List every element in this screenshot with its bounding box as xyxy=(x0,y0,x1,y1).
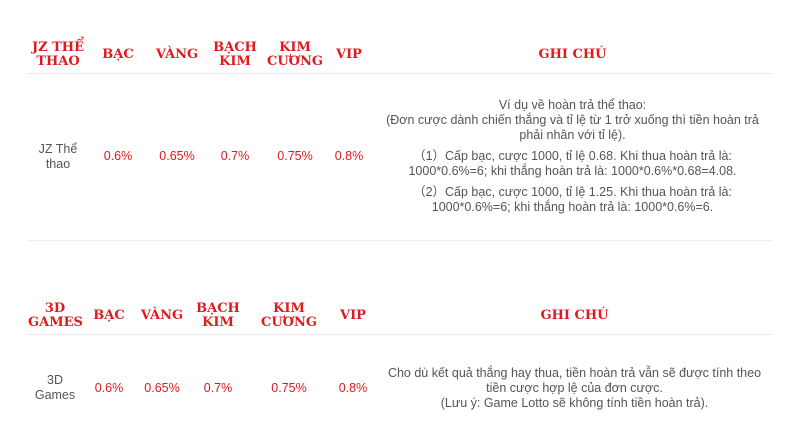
note-line: （2）Cấp bạc, cược 1000, tỉ lệ 1.25. Khi t… xyxy=(413,185,732,214)
note-line: （1）Cấp bạc, cược 1000, tỉ lệ 0.68. Khi t… xyxy=(408,149,737,178)
header-note: GHI CHÚ xyxy=(376,298,773,335)
header-platinum: BẠCH KIM xyxy=(206,37,264,74)
rate-gold: 0.65% xyxy=(144,380,180,395)
rate-silver: 0.6% xyxy=(94,380,124,395)
rate-gold: 0.65% xyxy=(148,73,206,241)
games-rebate-table: 3D GAMES BẠC VÀNG BẠCH KIM KIM CƯƠNG VIP… xyxy=(28,298,773,442)
note-line: Ví dụ về hoàn trả thể thao: xyxy=(498,98,647,112)
table-row: JZ Thể thao 0.6% 0.65% 0.7% 0.75% 0.8% V… xyxy=(28,73,773,241)
header-diamond: KIM CƯƠNG xyxy=(248,298,330,335)
note-line: (Đơn cược dành chiến thắng và tỉ lệ từ 1… xyxy=(386,113,759,142)
rate-vip: 0.8% xyxy=(326,73,372,241)
note-line: (Lưu ý: Game Lotto sẽ không tính tiền ho… xyxy=(440,395,709,410)
table-header-row: 3D GAMES BẠC VÀNG BẠCH KIM KIM CƯƠNG VIP… xyxy=(28,298,773,335)
sports-rebate-table: JZ THỂ THAO BẠC VÀNG BẠCH KIM KIM CƯƠNG … xyxy=(28,37,773,241)
header-vip: VIP xyxy=(326,37,372,74)
header-vip: VIP xyxy=(330,298,376,335)
rate-platinum: 0.7% xyxy=(206,73,264,241)
rate-diamond: 0.75% xyxy=(264,73,326,241)
header-gold: VÀNG xyxy=(148,37,206,74)
rate-diamond: 0.75% xyxy=(271,380,307,395)
game-name: JZ Thể thao xyxy=(28,73,88,241)
table-header-row: JZ THỂ THAO BẠC VÀNG BẠCH KIM KIM CƯƠNG … xyxy=(28,37,773,74)
header-diamond: KIM CƯƠNG xyxy=(264,37,326,74)
header-silver: BẠC xyxy=(82,298,136,335)
note-line: Cho dù kết quả thắng hay thua, tiền hoàn… xyxy=(387,365,762,395)
rate-vip: 0.8% xyxy=(338,380,368,395)
header-silver: BẠC xyxy=(88,37,148,74)
note-cell: Cho dù kết quả thắng hay thua, tiền hoàn… xyxy=(376,334,773,442)
rate-silver: 0.6% xyxy=(88,73,148,241)
header-note: GHI CHÚ xyxy=(372,37,773,74)
header-game: 3D GAMES xyxy=(28,298,83,335)
table-row: 3D Games 0.6% 0.65% 0.7% 0.75% 0.8% Cho … xyxy=(28,334,773,442)
header-platinum: BẠCH KIM xyxy=(188,298,248,335)
game-name: 3D Games xyxy=(34,373,76,403)
header-game: JZ THỂ THAO xyxy=(28,37,88,74)
note-cell: Ví dụ về hoàn trả thể thao: (Đơn cược dà… xyxy=(372,73,773,241)
header-gold: VÀNG xyxy=(136,298,188,335)
rate-platinum: 0.7% xyxy=(203,380,233,395)
